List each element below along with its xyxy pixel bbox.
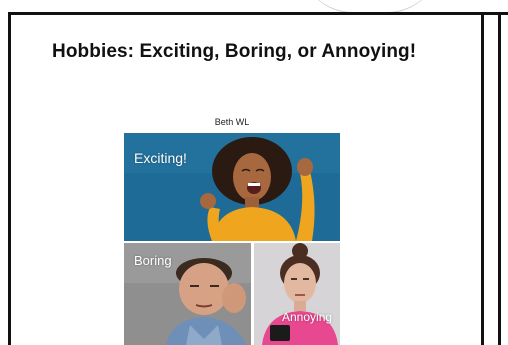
page-divider (481, 12, 484, 345)
page-title: Hobbies: Exciting, Boring, or Annoying! (52, 41, 417, 62)
next-page-edge (498, 12, 501, 345)
page-border-left (8, 12, 11, 345)
page-border-top (8, 12, 508, 15)
exciting-image-panel: Exciting! (124, 133, 340, 241)
annoying-image-panel: Annoying (254, 243, 340, 345)
boring-caption: Boring (134, 253, 172, 268)
author-name: Beth WL (214, 117, 250, 127)
exciting-caption: Exciting! (134, 150, 187, 166)
annoyed-woman-illustration (254, 243, 340, 345)
annoying-caption: Annoying (282, 310, 333, 324)
boring-image-panel: Boring (124, 243, 251, 345)
